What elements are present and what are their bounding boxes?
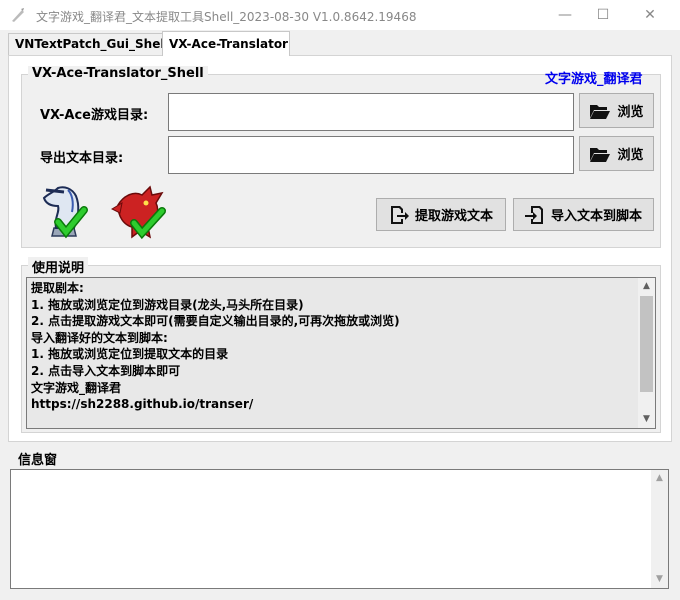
browse-game-dir-button[interactable]: 浏览 [579,93,654,128]
chess-knight-check-icon [42,186,88,239]
shell-group-title: VX-Ace-Translator_Shell [28,66,208,81]
game-dir-input[interactable] [168,93,574,131]
scroll-down-arrow-icon[interactable]: ▼ [638,411,655,428]
import-text-to-script-button[interactable]: 导入文本到脚本 [513,198,654,231]
app-icon [12,8,24,22]
usage-line: 导入翻译好的文本到脚本: [31,330,168,345]
extract-game-text-button[interactable]: 提取游戏文本 [376,198,506,231]
info-scrollbar[interactable]: ▲ ▼ [651,470,668,588]
window-title: 文字游戏_翻译君_文本提取工具Shell_2023-08-30 V1.0.864… [36,10,417,24]
shell-group: VX-Ace-Translator_Shell 文字游戏_翻译君 VX-Ace游… [21,66,661,248]
info-group-title: 信息窗 [14,449,62,468]
scroll-down-arrow-icon[interactable]: ▼ [651,571,668,588]
usage-line: 文字游戏_翻译君 [31,380,122,395]
file-import-icon [524,205,543,224]
export-dir-input[interactable] [168,136,574,174]
scroll-thumb[interactable] [640,296,653,392]
game-dir-label: VX-Ace游戏目录: [40,108,149,123]
brand-link[interactable]: 文字游戏_翻译君 [545,68,643,87]
import-label: 导入文本到脚本 [550,209,642,224]
tab-vntextpatch[interactable]: VNTextPatch_Gui_Shell [8,33,169,55]
scroll-up-arrow-icon[interactable]: ▲ [638,278,655,295]
browse-label: 浏览 [617,148,644,163]
folder-open-icon [590,147,611,162]
title-bar: 文字游戏_翻译君_文本提取工具Shell_2023-08-30 V1.0.864… [0,0,680,30]
usage-text: 提取剧本: 1. 拖放或浏览定位到游戏目录(龙头,马头所在目录) 2. 点击提取… [27,280,400,413]
close-button[interactable]: ✕ [627,0,673,30]
info-textbox[interactable]: ▲ ▼ [10,469,669,589]
usage-line: 2. 点击导入文本到脚本即可 [31,363,181,378]
browse-label: 浏览 [617,105,644,120]
export-dir-label: 导出文本目录: [40,151,124,166]
folder-open-icon [590,104,611,119]
usage-line: 1. 拖放或浏览定位到游戏目录(龙头,马头所在目录) [31,297,304,312]
usage-textbox[interactable]: 提取剧本: 1. 拖放或浏览定位到游戏目录(龙头,马头所在目录) 2. 点击提取… [26,277,656,429]
usage-group-title: 使用说明 [28,257,89,276]
file-export-icon [390,205,409,224]
browse-export-dir-button[interactable]: 浏览 [579,136,654,171]
usage-line: https://sh2288.github.io/transer/ [31,397,254,412]
maximize-button[interactable]: ☐ [580,0,626,30]
usage-line: 2. 点击提取游戏文本即可(需要自定义输出目录的,可再次拖放或浏览) [31,314,400,329]
tab-panel: VX-Ace-Translator_Shell 文字游戏_翻译君 VX-Ace游… [8,55,672,442]
tab-vx-ace-translator[interactable]: VX-Ace-Translator [162,31,290,56]
scroll-up-arrow-icon[interactable]: ▲ [651,470,668,487]
extract-label: 提取游戏文本 [414,209,493,224]
usage-scrollbar[interactable]: ▲ ▼ [638,278,655,428]
usage-line: 1. 拖放或浏览定位到提取文本的目录 [31,347,229,362]
dragon-check-icon [110,185,166,240]
usage-line: 提取剧本: [31,281,84,295]
usage-group: 使用说明 提取剧本: 1. 拖放或浏览定位到游戏目录(龙头,马头所在目录) 2.… [21,257,661,433]
